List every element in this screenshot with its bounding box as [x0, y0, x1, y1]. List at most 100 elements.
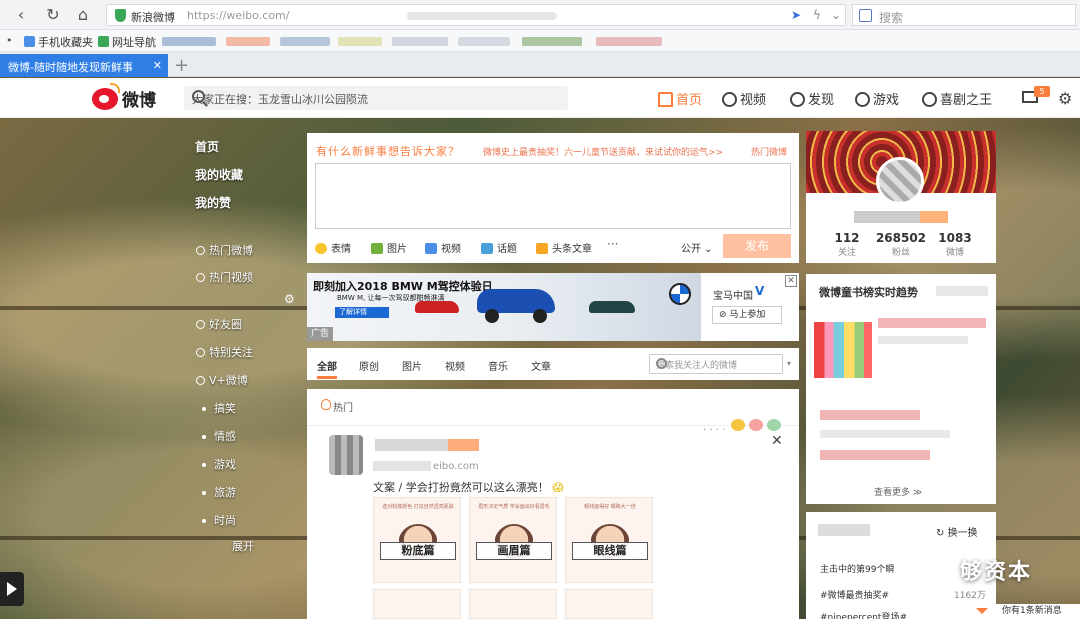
tab-active[interactable]: 微博-随时随地发现新鲜事 ✕ [0, 54, 168, 77]
tab-music[interactable]: 音乐 [488, 358, 508, 373]
tab-images[interactable]: 图片 [402, 358, 422, 373]
nav-discover[interactable]: 发现 [790, 89, 834, 108]
address-bar[interactable]: 新浪微博 https://weibo.com/ ➤ ϟ ⌄ [106, 4, 846, 26]
search-icon[interactable] [192, 90, 205, 103]
topic-row[interactable]: 主击中的第99个瞬 [820, 562, 894, 575]
ad-cta[interactable]: 了解详情 [335, 307, 389, 318]
left-nav-cat-emotion[interactable]: 情感 [196, 428, 236, 444]
left-nav-home[interactable]: 首页 [195, 138, 219, 155]
back-icon[interactable]: ‹ [10, 5, 32, 25]
stat-posts[interactable]: 1083 微博 [925, 231, 985, 258]
composer-promo-link[interactable]: 微博史上最贵抽奖！六一儿童节送贡献，来试试你的运气>> [483, 145, 723, 158]
topic-row[interactable]: #微博最贵抽奖# [820, 588, 889, 601]
publish-button[interactable]: 发布 [723, 234, 791, 258]
bookmark-mobile[interactable]: 手机收藏夹 [24, 34, 93, 50]
post-image[interactable] [373, 589, 461, 619]
ad-close-icon[interactable]: ✕ [785, 275, 797, 287]
blurred-content[interactable] [820, 410, 920, 420]
new-tab-icon[interactable]: + [174, 55, 189, 76]
post-image[interactable]: 眼线画得好 眼睛大一倍 眼线篇 [565, 497, 653, 583]
rocket-icon[interactable]: ➤ [791, 8, 801, 22]
left-nav-settings-icon[interactable]: ⚙ [284, 292, 295, 306]
tab-original[interactable]: 原创 [359, 358, 379, 373]
feed-search-input[interactable]: 搜索我关注人的微博 [649, 354, 783, 374]
secure-icon [115, 9, 126, 22]
gear-icon[interactable]: ⚙ [1058, 89, 1072, 108]
ad-banner[interactable]: 即刻加入2018 BMW M驾控体验日 BMW M, 让每一次驾驭都酣畅淋漓 了… [307, 273, 799, 341]
tool-image[interactable]: 图片 [371, 240, 407, 255]
ad-join-button[interactable]: ⊘ 马上参加 [712, 306, 782, 324]
bookmark-nav[interactable]: 网址导航 [98, 34, 156, 50]
tab-title: 微博-随时随地发现新鲜事 [8, 61, 133, 74]
book-ranking-title[interactable]: 微博童书榜实时趋势 [819, 284, 918, 300]
stat-following[interactable]: 112 关注 [817, 231, 877, 258]
tab-all[interactable]: 全部 [317, 358, 337, 373]
refresh-icon[interactable]: ↻ [42, 5, 64, 25]
stat-followers[interactable]: 268502 粉丝 [871, 231, 931, 258]
home-browser-icon[interactable]: ⌂ [72, 5, 94, 25]
visibility-select[interactable]: 公开 ⌄ [681, 240, 713, 255]
tab-articles[interactable]: 文章 [531, 358, 551, 373]
bookmark-blurred[interactable] [392, 37, 448, 46]
bookmark-blurred[interactable] [458, 37, 510, 46]
left-nav-cat-funny[interactable]: 搞笑 [196, 400, 236, 416]
chevron-down-icon[interactable]: ⌄ [831, 8, 841, 22]
post-source[interactable]: eibo.com [433, 461, 479, 472]
composer-more-icon[interactable]: ··· [607, 237, 618, 251]
post-image[interactable] [565, 589, 653, 619]
nav-profile[interactable]: 喜剧之王 [922, 89, 992, 108]
play-icon[interactable] [0, 572, 24, 606]
weibo-logo[interactable]: 微博 [92, 82, 156, 111]
avatar[interactable] [876, 157, 924, 205]
nav-game[interactable]: 游戏 [855, 89, 899, 108]
nav-video[interactable]: 视频 [722, 89, 766, 108]
left-nav-vplus[interactable]: V+微博 [196, 372, 248, 388]
bookmark-blurred[interactable] [280, 37, 330, 46]
refresh-button[interactable]: ↻ 换一换 [936, 524, 978, 539]
close-icon[interactable]: ✕ [771, 433, 783, 449]
composer-textarea[interactable] [315, 163, 791, 229]
avatar[interactable] [329, 435, 363, 475]
post-image[interactable] [469, 589, 557, 619]
bookmark-blurred[interactable] [338, 37, 382, 46]
tool-emoji[interactable]: 表情 [315, 240, 351, 255]
topic-row[interactable]: #ninepercent登场# [820, 610, 907, 619]
weibo-search-input[interactable]: 大家正在搜：玉龙雪山冰川公园陨流 [184, 86, 568, 110]
profile-name-blurred[interactable] [854, 211, 948, 223]
author-name-blurred[interactable] [375, 439, 479, 451]
tool-topic[interactable]: 话题 [481, 240, 517, 255]
left-nav-favorites[interactable]: 我的收藏 [195, 166, 243, 183]
post-image[interactable]: 眉形决定气质 学会画出好看眉毛 画眉篇 [469, 497, 557, 583]
bookmark-blurred[interactable] [596, 37, 662, 46]
tab-videos[interactable]: 视频 [445, 358, 465, 373]
left-nav-likes[interactable]: 我的赞 [195, 194, 231, 211]
bookmark-blurred[interactable] [226, 37, 270, 46]
lightning-icon[interactable]: ϟ [813, 8, 821, 22]
search-icon[interactable] [656, 358, 667, 369]
left-nav-expand[interactable]: 展开 [232, 538, 254, 554]
left-nav-cat-fashion[interactable]: 时尚 [196, 512, 236, 528]
close-icon[interactable]: ✕ [153, 59, 162, 72]
left-nav-friends[interactable]: 好友圈 [196, 316, 242, 332]
post-image[interactable]: 选对粉底颜色 打造自然透亮肌肤 粉底篇 [373, 497, 461, 583]
bookmark-blurred[interactable] [522, 37, 582, 46]
left-nav-hot-weibo[interactable]: 热门微博 [196, 242, 253, 258]
tool-video[interactable]: 视频 [425, 240, 461, 255]
book-more-link[interactable]: 查看更多 ≫ [874, 485, 922, 498]
blurred-content[interactable] [820, 450, 930, 460]
nav-home[interactable]: 首页 [658, 89, 702, 108]
feed-more-icon[interactable]: ▾ [787, 359, 791, 368]
bookmark-blurred[interactable] [162, 37, 216, 46]
message-popup[interactable]: 你有1条新消息 [962, 604, 1080, 619]
url-text[interactable]: https://weibo.com/ [187, 9, 289, 22]
browser-search[interactable]: 搜索 [852, 4, 1076, 26]
left-nav-cat-game[interactable]: 游戏 [196, 456, 236, 472]
blurred-content[interactable] [878, 318, 986, 328]
left-nav-hot-video[interactable]: 热门视频 [196, 269, 253, 285]
composer-hot-link[interactable]: 热门微博 [751, 145, 787, 158]
left-nav-cat-travel[interactable]: 旅游 [196, 484, 236, 500]
left-nav-special[interactable]: 特别关注 [196, 344, 253, 360]
tool-article[interactable]: 头条文章 [536, 240, 592, 255]
book-cover-image[interactable] [814, 322, 872, 378]
ad-brand[interactable]: 宝马中国 [713, 287, 753, 302]
